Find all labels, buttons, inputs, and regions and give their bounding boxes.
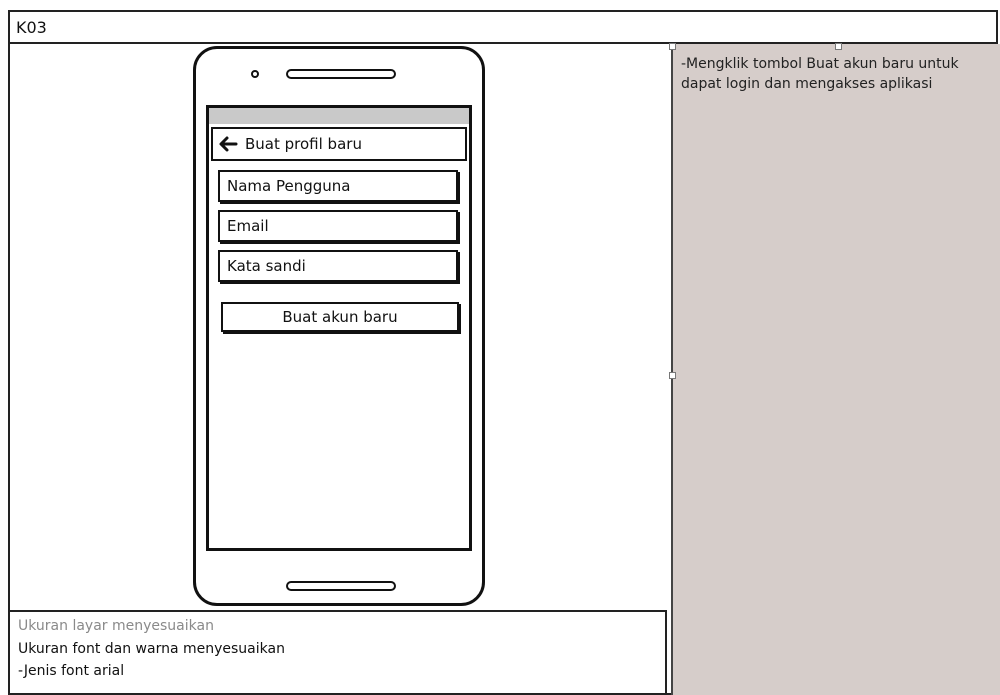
username-field-label: Nama Pengguna [227,177,351,195]
spec-line-font-type: -Jenis font arial [18,663,125,679]
status-bar [209,108,469,124]
resize-handle-top-center[interactable] [835,43,842,50]
screen-header: K03 [8,10,998,42]
app-bar: Buat profil baru [211,127,467,161]
spec-line-screen-size: Ukuran layar menyesuaikan [18,618,214,634]
arrow-left-icon[interactable] [217,133,239,155]
home-bar [286,581,396,591]
password-field-label: Kata sandi [227,257,306,275]
email-field-label: Email [227,217,269,235]
username-field[interactable]: Nama Pengguna [218,170,458,202]
password-field[interactable]: Kata sandi [218,250,458,282]
spec-line-font-color: Ukuran font dan warna menyesuaikan [18,641,285,657]
spec-notes-box: Ukuran layar menyesuaikan Ukuran font da… [8,610,667,695]
notes-panel: -Mengklik tombol Buat akun baru untuk da… [671,44,1000,695]
app-bar-title: Buat profil baru [245,135,362,153]
resize-handle-top-left[interactable] [669,43,676,50]
screen-id-label: K03 [16,18,47,37]
phone-screen: Buat profil baru Nama Pengguna Email Kat… [206,105,472,551]
notes-description: -Mengklik tombol Buat akun baru untuk da… [681,56,959,92]
speaker-slot [286,69,396,79]
resize-handle-middle-left[interactable] [669,372,676,379]
camera-icon [251,70,259,78]
create-account-button[interactable]: Buat akun baru [221,302,459,332]
phone-mockup: Buat profil baru Nama Pengguna Email Kat… [193,46,485,606]
email-field[interactable]: Email [218,210,458,242]
